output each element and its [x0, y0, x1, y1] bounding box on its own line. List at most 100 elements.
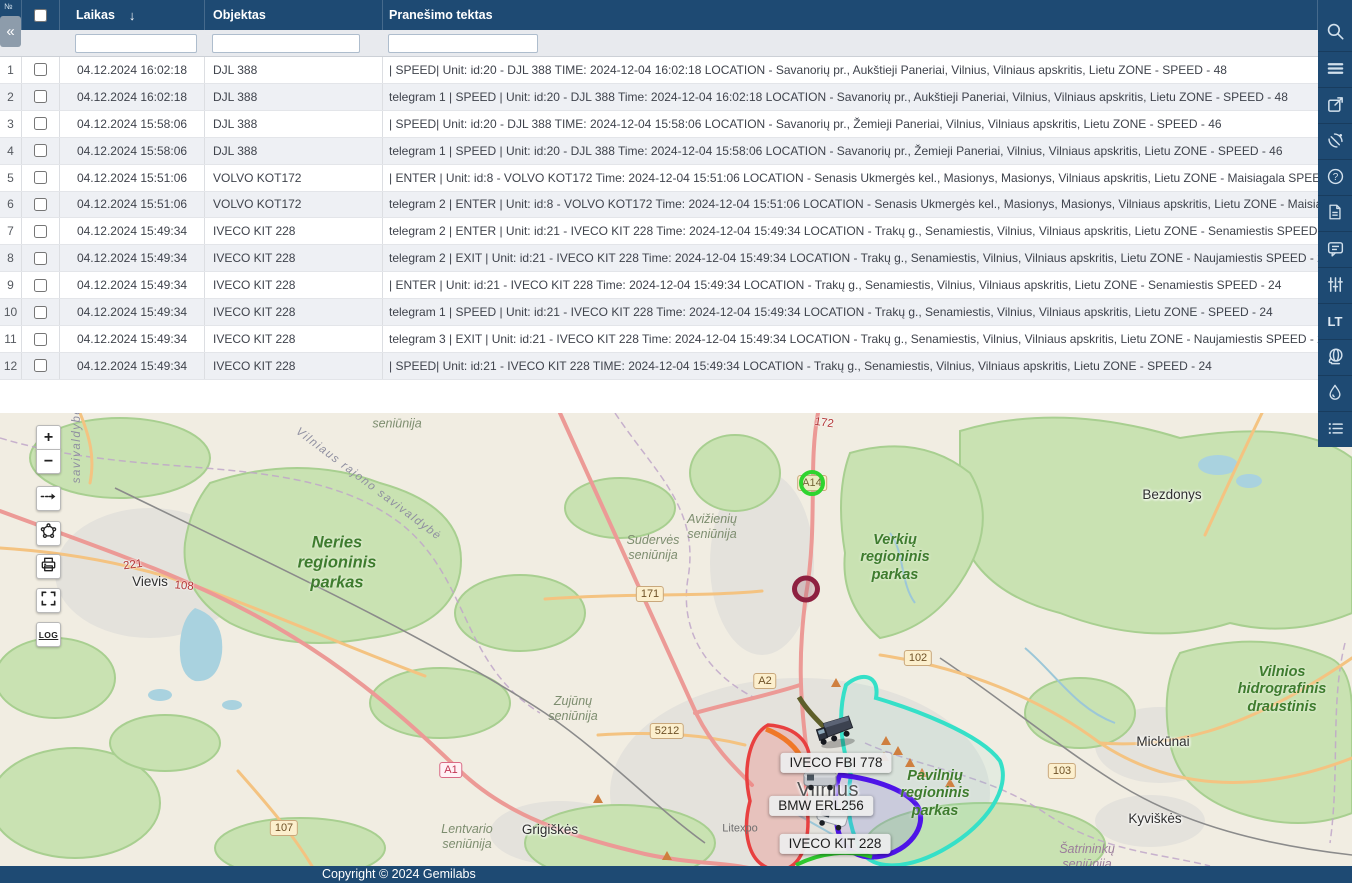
- row-message: telegram 1 | SPEED | Unit: id:20 - DJL 3…: [383, 84, 1318, 110]
- column-header-objektas[interactable]: Objektas: [205, 0, 383, 30]
- row-message: telegram 3 | EXIT | Unit: id:21 - IVECO …: [383, 326, 1318, 352]
- filter-row: [0, 30, 1318, 57]
- row-checkbox[interactable]: [34, 144, 47, 157]
- row-message: | SPEED| Unit: id:21 - IVECO KIT 228 TIM…: [383, 353, 1318, 379]
- column-header-laikas[interactable]: Laikas ↓: [60, 0, 205, 30]
- search-icon: [1326, 22, 1345, 44]
- row-checkbox-cell: [22, 272, 60, 298]
- fullscreen-button[interactable]: [36, 588, 61, 613]
- open-window-button[interactable]: [1318, 87, 1352, 123]
- track-arrow-button[interactable]: [36, 486, 61, 511]
- row-number: 11: [0, 326, 22, 352]
- messages-button[interactable]: [1318, 231, 1352, 267]
- row-object: IVECO KIT 228: [205, 218, 383, 244]
- row-checkbox-cell: [22, 192, 60, 218]
- search-button[interactable]: [1318, 15, 1352, 51]
- copyright-text: Copyright © 2024 Gemilabs: [322, 866, 476, 883]
- table-row[interactable]: 12 04.12.2024 15:49:34 IVECO KIT 228 | S…: [0, 353, 1318, 380]
- row-message: telegram 1 | SPEED | Unit: id:20 - DJL 3…: [383, 138, 1318, 164]
- select-all-checkbox[interactable]: [34, 9, 47, 22]
- row-checkbox[interactable]: [34, 198, 47, 211]
- row-object: DJL 388: [205, 138, 383, 164]
- row-checkbox[interactable]: [34, 333, 47, 346]
- external-link-icon: [1326, 95, 1345, 117]
- polygon-icon: [39, 522, 58, 546]
- row-checkbox-cell: [22, 111, 60, 137]
- filter-time-input[interactable]: [75, 34, 197, 53]
- geofence-marker-green[interactable]: [799, 470, 825, 496]
- zoom-in-button[interactable]: +: [36, 425, 61, 450]
- row-checkbox-cell: [22, 57, 60, 83]
- row-checkbox[interactable]: [34, 90, 47, 103]
- row-number: 1: [0, 57, 22, 83]
- row-checkbox[interactable]: [34, 359, 47, 372]
- menu-icon: [1326, 59, 1345, 81]
- row-message: | ENTER | Unit: id:8 - VOLVO KOT172 Time…: [383, 165, 1318, 191]
- sort-desc-icon[interactable]: ↓: [129, 8, 136, 23]
- row-object: DJL 388: [205, 57, 383, 83]
- row-time: 04.12.2024 15:51:06: [60, 165, 205, 191]
- table-row[interactable]: 2 04.12.2024 16:02:18 DJL 388 telegram 1…: [0, 84, 1318, 111]
- row-object: IVECO KIT 228: [205, 245, 383, 271]
- globe-icon: [1326, 347, 1345, 369]
- table-row[interactable]: 4 04.12.2024 15:58:06 DJL 388 telegram 1…: [0, 138, 1318, 165]
- row-checkbox-cell: [22, 165, 60, 191]
- map[interactable]: Neries regioninis parkasVerkių regionini…: [0, 413, 1352, 866]
- row-time: 04.12.2024 15:49:34: [60, 299, 205, 325]
- print-button[interactable]: [36, 554, 61, 579]
- row-checkbox[interactable]: [34, 63, 47, 76]
- row-time: 04.12.2024 16:02:18: [60, 57, 205, 83]
- document-icon: [1326, 203, 1344, 224]
- table-row[interactable]: 10 04.12.2024 15:49:34 IVECO KIT 228 tel…: [0, 299, 1318, 326]
- globe-button[interactable]: [1318, 339, 1352, 375]
- row-time: 04.12.2024 16:02:18: [60, 84, 205, 110]
- table-row[interactable]: 9 04.12.2024 15:49:34 IVECO KIT 228 | EN…: [0, 272, 1318, 299]
- geofence-marker-maroon[interactable]: [792, 576, 820, 603]
- table-row[interactable]: 3 04.12.2024 15:58:06 DJL 388 | SPEED| U…: [0, 111, 1318, 138]
- objektas-label: Objektas: [213, 8, 266, 22]
- list-button[interactable]: [1318, 411, 1352, 447]
- help-button[interactable]: ?: [1318, 159, 1352, 195]
- table-row[interactable]: 7 04.12.2024 15:49:34 IVECO KIT 228 tele…: [0, 218, 1318, 245]
- row-checkbox[interactable]: [34, 117, 47, 130]
- row-checkbox-cell: [22, 138, 60, 164]
- row-checkbox-cell: [22, 245, 60, 271]
- zoom-out-button[interactable]: −: [36, 449, 61, 474]
- row-object: IVECO KIT 228: [205, 353, 383, 379]
- zone-red-outline: [747, 725, 810, 866]
- row-checkbox-cell: [22, 84, 60, 110]
- fuel-button[interactable]: [1318, 375, 1352, 411]
- documents-button[interactable]: [1318, 195, 1352, 231]
- table-row[interactable]: 5 04.12.2024 15:51:06 VOLVO KOT172 | ENT…: [0, 165, 1318, 192]
- footer: Copyright © 2024 Gemilabs: [0, 866, 1352, 883]
- log-button[interactable]: LOG: [36, 622, 61, 647]
- svg-text:?: ?: [1332, 171, 1338, 182]
- row-checkbox[interactable]: [34, 225, 47, 238]
- num-column-label: №: [4, 2, 13, 11]
- filter-message-input[interactable]: [388, 34, 538, 53]
- collapse-panel-button[interactable]: «: [0, 16, 21, 47]
- menu-button[interactable]: [1318, 51, 1352, 87]
- row-number: 7: [0, 218, 22, 244]
- row-checkbox[interactable]: [34, 306, 47, 319]
- language-button[interactable]: LT: [1318, 303, 1352, 339]
- row-object: IVECO KIT 228: [205, 326, 383, 352]
- row-object: VOLVO KOT172: [205, 165, 383, 191]
- table-row[interactable]: 8 04.12.2024 15:49:34 IVECO KIT 228 tele…: [0, 245, 1318, 272]
- table-row[interactable]: 6 04.12.2024 15:51:06 VOLVO KOT172 teleg…: [0, 192, 1318, 219]
- column-header-message[interactable]: Pranešimo tektas: [383, 0, 1318, 30]
- row-number: 9: [0, 272, 22, 298]
- row-number: 6: [0, 192, 22, 218]
- table-row[interactable]: 1 04.12.2024 16:02:18 DJL 388 | SPEED| U…: [0, 57, 1318, 84]
- row-object: VOLVO KOT172: [205, 192, 383, 218]
- draw-polygon-button[interactable]: [36, 521, 61, 546]
- row-number: 12: [0, 353, 22, 379]
- filters-button[interactable]: [1318, 267, 1352, 303]
- route-arrow-icon: [39, 487, 58, 511]
- table-row[interactable]: 11 04.12.2024 15:49:34 IVECO KIT 228 tel…: [0, 326, 1318, 353]
- row-checkbox[interactable]: [34, 171, 47, 184]
- row-checkbox[interactable]: [34, 252, 47, 265]
- filter-object-input[interactable]: [212, 34, 360, 53]
- row-checkbox[interactable]: [34, 279, 47, 292]
- satellite-button[interactable]: [1318, 123, 1352, 159]
